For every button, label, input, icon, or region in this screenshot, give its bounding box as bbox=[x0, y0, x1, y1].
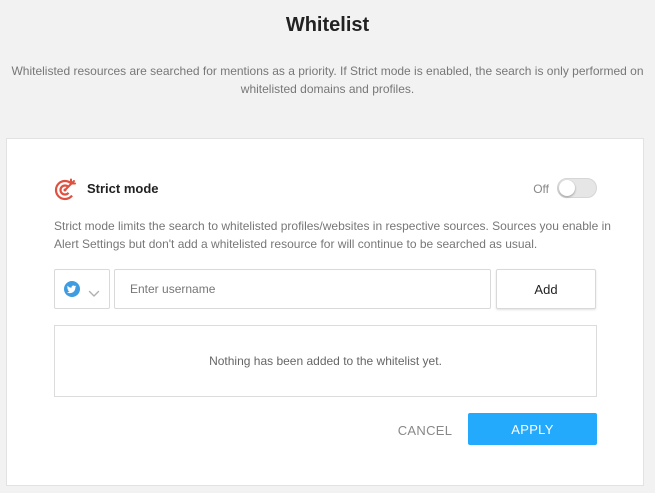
page-subtitle: Whitelisted resources are searched for m… bbox=[11, 64, 644, 96]
chevron-down-icon bbox=[88, 285, 100, 297]
whitelist-page: Whitelist Whitelisted resources are sear… bbox=[0, 0, 655, 493]
source-select[interactable] bbox=[54, 269, 110, 309]
empty-state-message: Nothing has been added to the whitelist … bbox=[209, 354, 442, 368]
toggle-knob bbox=[559, 180, 575, 196]
strict-mode-toggle[interactable] bbox=[557, 178, 597, 198]
target-icon bbox=[54, 177, 78, 201]
cancel-button[interactable]: CANCEL bbox=[385, 415, 465, 445]
twitter-icon bbox=[64, 281, 80, 297]
strict-mode-description: Strict mode limits the search to whiteli… bbox=[54, 219, 611, 251]
toggle-state-label: Off bbox=[533, 182, 549, 196]
strict-mode-row: Strict mode Off bbox=[54, 177, 597, 203]
add-button[interactable]: Add bbox=[496, 269, 596, 309]
username-input[interactable] bbox=[114, 269, 491, 309]
apply-button[interactable]: APPLY bbox=[468, 413, 597, 445]
strict-mode-label: Strict mode bbox=[87, 181, 159, 196]
whitelist-list: Nothing has been added to the whitelist … bbox=[54, 325, 597, 397]
whitelist-card: Strict mode Off Strict mode limits the s… bbox=[6, 138, 644, 486]
page-title: Whitelist bbox=[285, 14, 370, 36]
